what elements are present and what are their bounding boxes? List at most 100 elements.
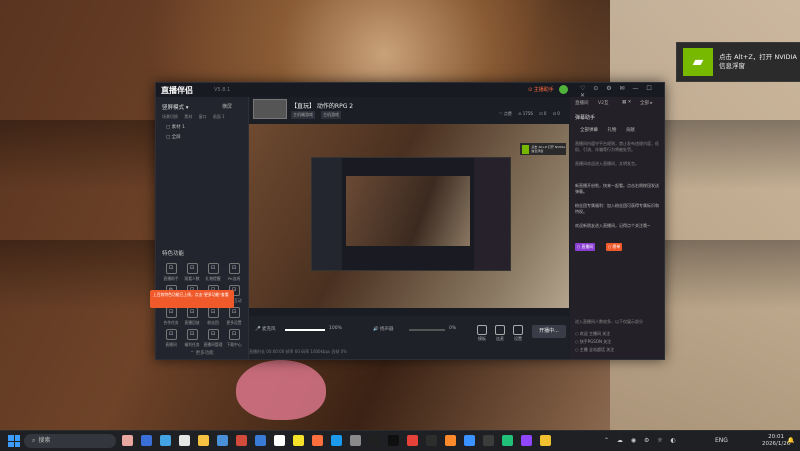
scene-item[interactable]: □ 素材 1 xyxy=(166,124,185,130)
tab-window[interactable]: 窗口 xyxy=(199,114,207,119)
tool-label: 观看人数 xyxy=(184,276,200,281)
chat-message: 新直播开启啦，快来一起看。点击右侧按钮发送弹幕。 xyxy=(575,183,659,194)
taskbar-app-icon[interactable] xyxy=(369,435,380,446)
tool-icon: ⊡ xyxy=(207,263,219,274)
tool-label: 直播间 xyxy=(165,342,177,347)
stream-cover[interactable] xyxy=(253,99,287,119)
tool-button[interactable]: ⊡ 合作任务 xyxy=(161,307,181,326)
taskbar-app-icon[interactable] xyxy=(407,435,418,446)
assistant-badge[interactable]: ⊙ 主播助手 xyxy=(528,86,554,93)
go-live-button[interactable]: 开播中... xyxy=(532,325,566,338)
speaker-value: 0% xyxy=(449,326,457,331)
system-tray[interactable]: ⌃ ☁ ◉ ⚙ ☼ ◐ xyxy=(604,437,679,444)
tool-icon: ⊡ xyxy=(207,307,219,318)
mic-slider[interactable] xyxy=(285,329,325,331)
tool-label: 福利任务 xyxy=(184,342,200,347)
settings-button[interactable]: 设置 xyxy=(511,325,525,342)
tool-button[interactable]: ⊡ 礼物提醒 xyxy=(203,263,223,282)
stat-like: ♡ 点赞 xyxy=(499,111,512,116)
taskbar-app-icon[interactable] xyxy=(540,435,551,446)
tab-all-chat[interactable]: 全部弹幕 xyxy=(580,128,598,133)
tool-button[interactable]: ⊡ 福利任务 xyxy=(182,329,202,348)
rank-badge[interactable]: ○ 榜单 xyxy=(606,243,623,251)
status-bar: 直播时长 00:00:00 帧率 60 码率 1000kbps 丢帧 0% xyxy=(249,349,347,354)
tab-material[interactable]: 素材 xyxy=(184,114,192,119)
app-version: V5.8.1 xyxy=(214,87,231,93)
search-input[interactable]: ⌕ 搜索 xyxy=(24,434,116,448)
tab-live-room[interactable]: 直播间 xyxy=(575,100,589,106)
avatar[interactable] xyxy=(559,85,568,94)
taskbar-app-icon[interactable] xyxy=(426,435,437,446)
nvidia-logo-icon: ▰ xyxy=(683,48,713,76)
nested-preview-window xyxy=(311,157,511,271)
mode-selector[interactable]: 竖屏模式 ▾ xyxy=(162,103,189,111)
tool-button[interactable]: ⊡ 直播回放 xyxy=(182,307,202,326)
tab-contribution[interactable]: 贡献 xyxy=(626,128,635,133)
tool-label: 更多设置 xyxy=(226,320,242,325)
tab-screen[interactable]: 画面 1 xyxy=(213,114,225,119)
scene-tabs: 场景切换 素材 窗口 画面 1 xyxy=(162,114,230,120)
taskbar-app-icon[interactable] xyxy=(141,435,152,446)
clock[interactable]: 20:01 2026/1/26 xyxy=(762,434,790,448)
tool-button[interactable]: ⊡ 下载中心 xyxy=(224,329,244,348)
taskbar-app-icon[interactable] xyxy=(312,435,323,446)
taskbar-app-icon[interactable] xyxy=(331,435,342,446)
tab-v2[interactable]: V2互 xyxy=(598,100,608,106)
taskbar-app-icon[interactable] xyxy=(274,435,285,446)
notification-icon[interactable]: 🔔 xyxy=(787,437,794,444)
tool-icon: ⊡ xyxy=(165,329,177,340)
co-host-button[interactable]: 连麦 xyxy=(493,325,507,342)
windows-logo-icon xyxy=(8,441,14,447)
taskbar-app-icon[interactable] xyxy=(445,435,456,446)
nvidia-toast[interactable]: ▰ 点击 Alt+Z，打开 NVIDIA 信息浮窗 xyxy=(676,42,800,82)
tab-grid[interactable]: ▦ ✕ xyxy=(622,100,631,105)
tool-icon: ⊡ xyxy=(186,307,198,318)
speaker-slider[interactable] xyxy=(409,329,445,331)
category-tag[interactable]: 主机游戏 xyxy=(321,111,341,119)
template-button[interactable]: 模板 xyxy=(475,325,489,342)
taskbar-app-icon[interactable] xyxy=(198,435,209,446)
taskbar-app-icon[interactable] xyxy=(350,435,361,446)
taskbar-app-icon[interactable] xyxy=(179,435,190,446)
start-button[interactable] xyxy=(8,435,20,447)
tool-button[interactable]: ⊡ 直播间 xyxy=(161,329,181,348)
tool-button[interactable]: ⊡ 观看人数 xyxy=(182,263,202,282)
category-tag[interactable]: 主机端游戏 xyxy=(291,111,315,119)
taskbar-app-icon[interactable] xyxy=(255,435,266,446)
tab-gifts[interactable]: 礼物 xyxy=(607,128,616,133)
taskbar-app-icon[interactable] xyxy=(217,435,228,446)
stream-stats: ♡ 点赞 ⊙ 1756 ⊡ 0 ⊡ 0 xyxy=(499,111,565,117)
chat-message: 欢迎新朋友进入直播间，记得点个关注哦~ xyxy=(575,223,651,228)
tool-icon: ⊡ xyxy=(228,329,240,340)
taskbar-app-icon[interactable] xyxy=(160,435,171,446)
tool-icon: ⊡ xyxy=(228,263,240,274)
more-tools-button[interactable]: ^ 更多功能 xyxy=(156,350,248,356)
chat-line: ○ 快手PGSON 关注 xyxy=(575,339,612,344)
tool-icon: ⊡ xyxy=(165,307,177,318)
feature-tip[interactable]: 上百款特色功能已上线，点击"更多功能"查看 xyxy=(150,290,234,308)
tool-button[interactable]: ⊡ 直播间管理 xyxy=(203,329,223,348)
taskbar-app-icon[interactable] xyxy=(388,435,399,446)
tool-button[interactable]: ⊡ 粉丝团 xyxy=(203,307,223,326)
tool-button[interactable]: ⊡ 直播助手 xyxy=(161,263,181,282)
user-badge[interactable]: ○ 直播间 xyxy=(575,243,595,251)
tool-label: 粉丝团 xyxy=(207,320,219,325)
stream-title[interactable]: 【直玩】 动作的RPG 2 xyxy=(291,101,353,110)
tool-button[interactable]: ⊡ PK连线 xyxy=(224,263,244,282)
stream-preview[interactable]: 点击 Alt+Z 打开 NVIDIA 信息浮窗 xyxy=(249,124,569,316)
tool-button[interactable]: ⊡ 更多设置 xyxy=(224,307,244,326)
taskbar-app-icon[interactable] xyxy=(122,435,133,446)
taskbar-app-icon[interactable] xyxy=(521,435,532,446)
mode-toggle[interactable]: 横屏 xyxy=(222,103,232,110)
nested-chat xyxy=(474,158,510,270)
scene-item[interactable]: □ 全屏 xyxy=(166,134,181,140)
language-indicator[interactable]: ENG xyxy=(715,437,728,444)
taskbar-app-icon[interactable] xyxy=(236,435,247,446)
taskbar-app-icon[interactable] xyxy=(483,435,494,446)
taskbar-app-icon[interactable] xyxy=(293,435,304,446)
taskbar-app-icon[interactable] xyxy=(464,435,475,446)
nvidia-overlay: 点击 Alt+Z 打开 NVIDIA 信息浮窗 xyxy=(520,143,566,155)
tab-all[interactable]: 全部 ▸ xyxy=(640,100,653,106)
tab-scene[interactable]: 场景切换 xyxy=(162,114,178,119)
taskbar-app-icon[interactable] xyxy=(502,435,513,446)
